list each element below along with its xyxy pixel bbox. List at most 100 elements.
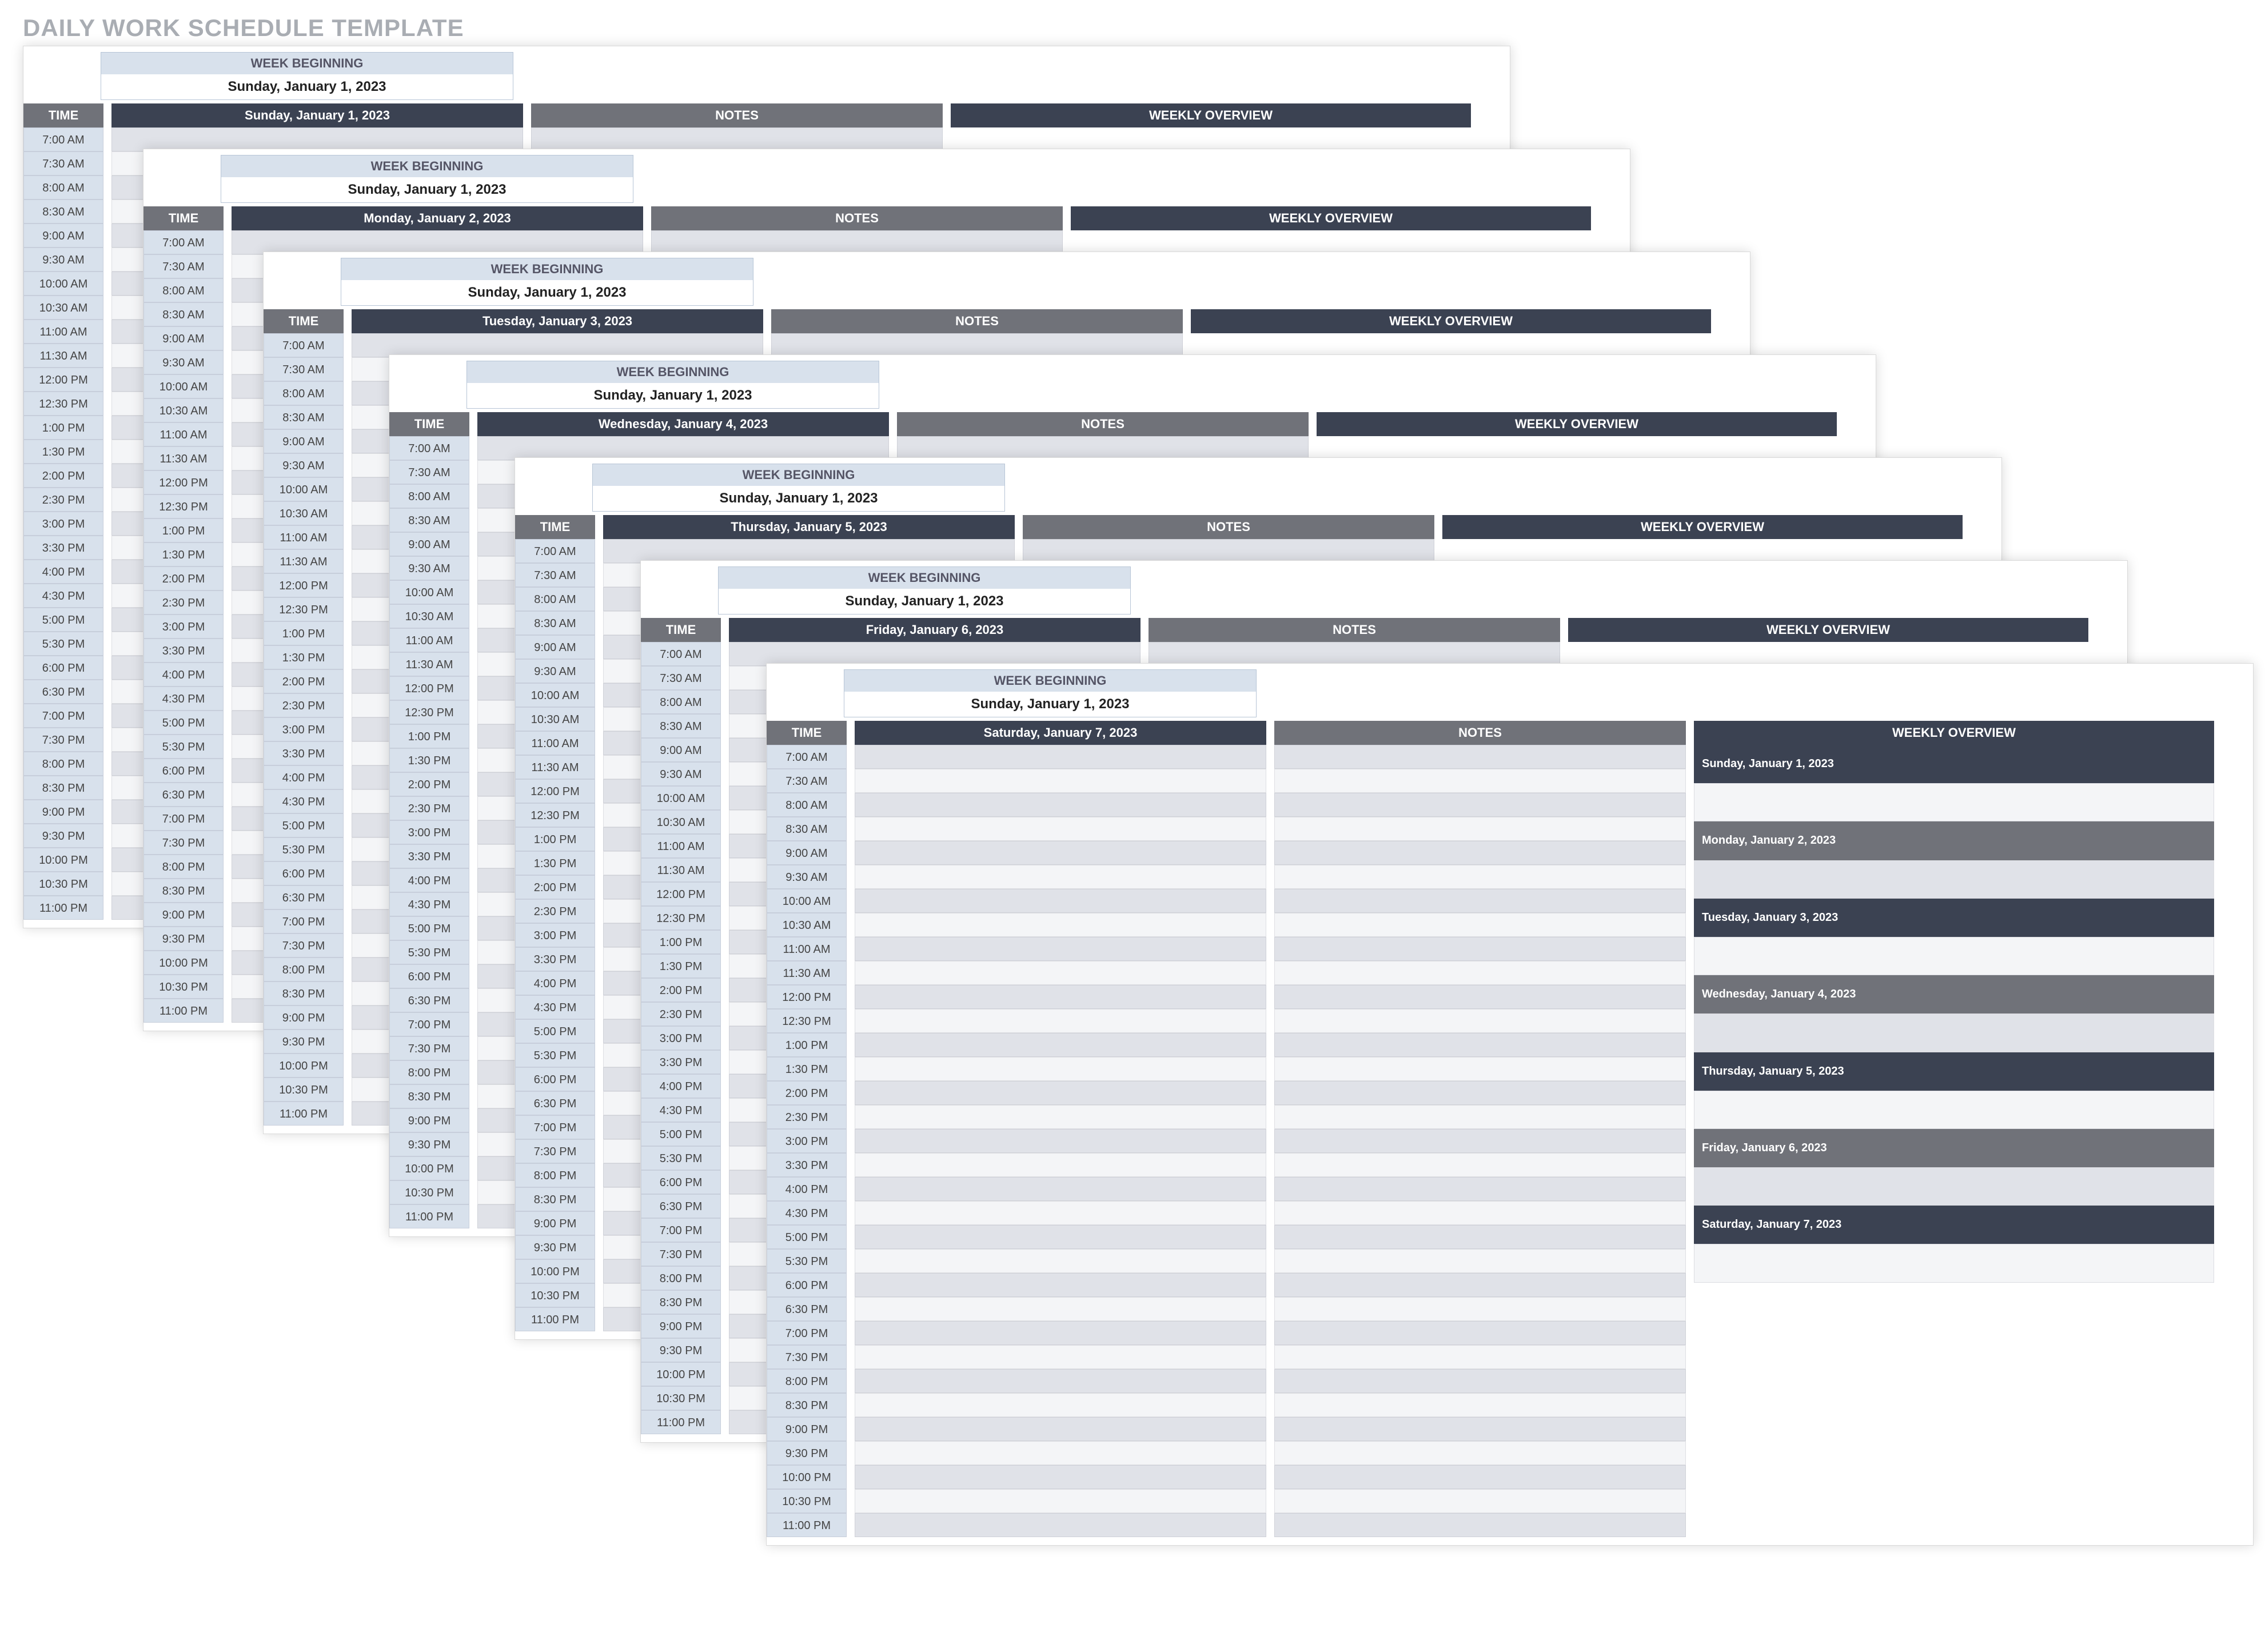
grid-cell[interactable] xyxy=(1274,1465,1686,1489)
grid-cell[interactable] xyxy=(1274,769,1686,793)
grid-cell[interactable] xyxy=(771,333,1183,357)
time-cell: 8:30 AM xyxy=(767,817,847,841)
overview-day-header[interactable]: Monday, January 2, 2023 xyxy=(1694,821,2214,860)
grid-cell[interactable] xyxy=(1274,865,1686,889)
grid-cell[interactable] xyxy=(855,745,1266,769)
grid-cell[interactable] xyxy=(111,127,523,151)
time-cell: 10:30 PM xyxy=(767,1489,847,1513)
time-cell: 1:00 PM xyxy=(767,1033,847,1057)
grid-cell[interactable] xyxy=(855,1225,1266,1249)
grid-cell[interactable] xyxy=(855,961,1266,985)
grid-cell[interactable] xyxy=(1274,913,1686,937)
overview-day-slot[interactable] xyxy=(1694,1091,2214,1129)
overview-day-header[interactable]: Friday, January 6, 2023 xyxy=(1694,1129,2214,1167)
grid-cell[interactable] xyxy=(1274,841,1686,865)
grid-cell[interactable] xyxy=(1274,1105,1686,1129)
grid-cell[interactable] xyxy=(1274,1177,1686,1201)
grid-cell[interactable] xyxy=(1274,889,1686,913)
grid-cell[interactable] xyxy=(1274,1513,1686,1537)
grid-cell[interactable] xyxy=(855,889,1266,913)
overview-day-slot[interactable] xyxy=(1694,860,2214,899)
grid-cell[interactable] xyxy=(651,230,1063,254)
time-cell: 6:00 PM xyxy=(23,656,103,680)
grid-cell[interactable] xyxy=(855,1057,1266,1081)
grid-cell[interactable] xyxy=(232,230,643,254)
grid-cell[interactable] xyxy=(1274,985,1686,1009)
overview-day-header[interactable]: Wednesday, January 4, 2023 xyxy=(1694,975,2214,1013)
grid-cell[interactable] xyxy=(1274,1345,1686,1369)
overview-day-header[interactable]: Saturday, January 7, 2023 xyxy=(1694,1206,2214,1244)
time-cell: 6:00 PM xyxy=(515,1067,595,1091)
grid-cell[interactable] xyxy=(855,1177,1266,1201)
grid-cell[interactable] xyxy=(1274,817,1686,841)
grid-cell[interactable] xyxy=(855,985,1266,1009)
grid-cell[interactable] xyxy=(897,436,1309,460)
grid-cell[interactable] xyxy=(855,1249,1266,1273)
overview-day-slot[interactable] xyxy=(1694,1167,2214,1206)
grid-cell[interactable] xyxy=(1274,1009,1686,1033)
grid-cell[interactable] xyxy=(855,1201,1266,1225)
grid-cell[interactable] xyxy=(855,1153,1266,1177)
grid-cell[interactable] xyxy=(855,865,1266,889)
grid-cell[interactable] xyxy=(1274,1033,1686,1057)
grid-cell[interactable] xyxy=(855,793,1266,817)
overview-day-slot[interactable] xyxy=(1694,783,2214,821)
time-cell: 2:00 PM xyxy=(389,772,469,796)
grid-cell[interactable] xyxy=(1274,1297,1686,1321)
grid-cell[interactable] xyxy=(1274,793,1686,817)
grid-cell[interactable] xyxy=(1274,1057,1686,1081)
grid-cell[interactable] xyxy=(855,769,1266,793)
grid-cell[interactable] xyxy=(855,1033,1266,1057)
overview-day-slot[interactable] xyxy=(1694,1013,2214,1052)
overview-day-slot[interactable] xyxy=(1694,937,2214,975)
grid-cell[interactable] xyxy=(855,1273,1266,1297)
grid-cell[interactable] xyxy=(855,1129,1266,1153)
grid-cell[interactable] xyxy=(1023,539,1434,563)
grid-cell[interactable] xyxy=(1274,1417,1686,1441)
grid-cell[interactable] xyxy=(1274,745,1686,769)
grid-cell[interactable] xyxy=(855,1105,1266,1129)
grid-cell[interactable] xyxy=(1274,1273,1686,1297)
grid-cell[interactable] xyxy=(855,1393,1266,1417)
grid-cell[interactable] xyxy=(477,436,889,460)
grid-cell[interactable] xyxy=(855,1009,1266,1033)
grid-cell[interactable] xyxy=(1274,961,1686,985)
grid-cell[interactable] xyxy=(1274,1393,1686,1417)
grid-cell[interactable] xyxy=(855,1465,1266,1489)
overview-day-slot[interactable] xyxy=(1694,1244,2214,1282)
grid-cell[interactable] xyxy=(352,333,763,357)
grid-cell[interactable] xyxy=(1274,1489,1686,1513)
grid-cell[interactable] xyxy=(855,1321,1266,1345)
grid-cell[interactable] xyxy=(855,1369,1266,1393)
grid-cell[interactable] xyxy=(1274,1249,1686,1273)
grid-cell[interactable] xyxy=(1274,1153,1686,1177)
grid-cell[interactable] xyxy=(855,1297,1266,1321)
grid-cell[interactable] xyxy=(855,913,1266,937)
grid-cell[interactable] xyxy=(1274,937,1686,961)
grid-cell[interactable] xyxy=(603,539,1015,563)
grid-cell[interactable] xyxy=(855,1489,1266,1513)
grid-cell[interactable] xyxy=(855,817,1266,841)
overview-day-header[interactable]: Sunday, January 1, 2023 xyxy=(1694,745,2214,783)
time-cell: 8:00 PM xyxy=(767,1369,847,1393)
grid-cell[interactable] xyxy=(1149,642,1560,666)
grid-cell[interactable] xyxy=(1274,1369,1686,1393)
grid-cell[interactable] xyxy=(1274,1441,1686,1465)
grid-cell[interactable] xyxy=(1274,1129,1686,1153)
grid-cell[interactable] xyxy=(729,642,1141,666)
grid-cell[interactable] xyxy=(855,1345,1266,1369)
grid-cell[interactable] xyxy=(1274,1201,1686,1225)
grid-cell[interactable] xyxy=(855,1417,1266,1441)
grid-cell[interactable] xyxy=(855,937,1266,961)
overview-day-header[interactable]: Tuesday, January 3, 2023 xyxy=(1694,899,2214,937)
overview-day-header[interactable]: Thursday, January 5, 2023 xyxy=(1694,1052,2214,1091)
grid-cell[interactable] xyxy=(855,841,1266,865)
grid-cell[interactable] xyxy=(855,1081,1266,1105)
grid-cell[interactable] xyxy=(855,1441,1266,1465)
time-cell: 4:00 PM xyxy=(515,971,595,995)
grid-cell[interactable] xyxy=(855,1513,1266,1537)
grid-cell[interactable] xyxy=(1274,1081,1686,1105)
grid-cell[interactable] xyxy=(531,127,943,151)
grid-cell[interactable] xyxy=(1274,1225,1686,1249)
grid-cell[interactable] xyxy=(1274,1321,1686,1345)
